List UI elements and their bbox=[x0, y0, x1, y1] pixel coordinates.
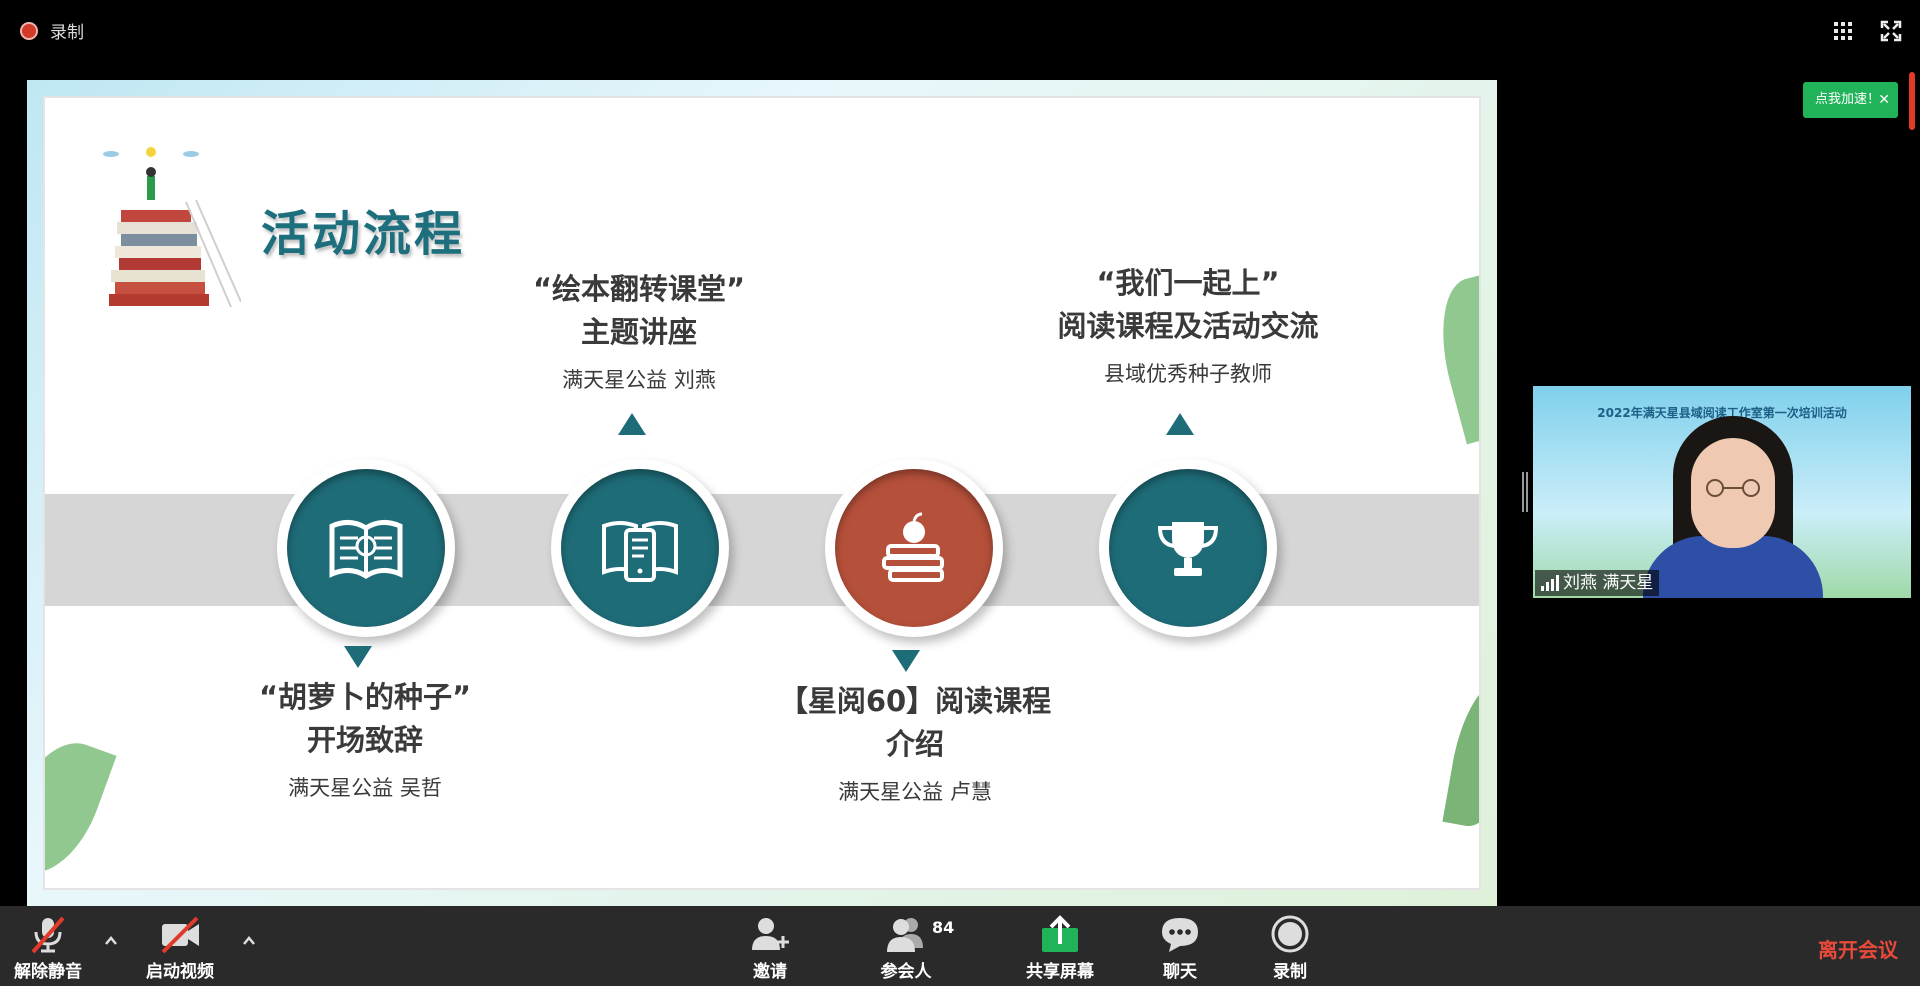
books-apple-icon bbox=[882, 512, 944, 582]
top-bar: 录制 bbox=[0, 0, 1920, 60]
resize-handle[interactable] bbox=[1522, 472, 1528, 512]
participants-icon bbox=[887, 918, 923, 952]
leaf-decoration bbox=[1442, 673, 1479, 833]
trophy-icon bbox=[1157, 522, 1219, 576]
pointer-triangle bbox=[892, 650, 920, 672]
shared-screen: 活动流程 “胡萝卜的种子” 开场致辞 满天星公益 吴哲 “绘本翻转课堂” 主题讲… bbox=[27, 80, 1497, 906]
step-speaker: 满天星公益 卢慧 bbox=[838, 780, 992, 804]
step-speaker: 满天星公益 吴哲 bbox=[288, 776, 442, 800]
step-title: 阅读课程及活动交流 bbox=[1057, 309, 1319, 343]
chat-label[interactable]: 聊天 bbox=[1140, 957, 1220, 982]
add-user-icon bbox=[752, 918, 789, 950]
record-label[interactable]: 录制 bbox=[1250, 957, 1330, 982]
step-2-caption: “绘本翻转课堂” 主题讲座 满天星公益 刘燕 bbox=[489, 268, 789, 400]
muted-mic-icon bbox=[31, 916, 65, 954]
step-2-circle bbox=[551, 459, 729, 637]
pointer-triangle bbox=[1166, 413, 1194, 435]
leave-meeting-button[interactable]: 离开会议 bbox=[1818, 934, 1898, 963]
participant-name-tag: 刘燕 满天星 bbox=[1535, 570, 1660, 596]
step-title: 主题讲座 bbox=[580, 315, 697, 349]
leaf-decoration bbox=[1425, 271, 1479, 445]
unmute-button[interactable]: 解除静音 bbox=[6, 906, 90, 986]
close-icon[interactable]: ✕ bbox=[1878, 82, 1890, 118]
chevron-up-icon[interactable] bbox=[242, 934, 256, 948]
chat-bubble-icon bbox=[1162, 918, 1198, 952]
participants-label[interactable]: 参会人 bbox=[866, 957, 946, 982]
step-title: “绘本翻转课堂” bbox=[532, 272, 746, 306]
slide-content: 活动流程 “胡萝卜的种子” 开场致辞 满天星公益 吴哲 “绘本翻转课堂” 主题讲… bbox=[43, 96, 1481, 890]
glasses-shape bbox=[1706, 479, 1760, 497]
step-speaker: 县域优秀种子教师 bbox=[1104, 362, 1272, 386]
share-screen-button[interactable]: 共享屏幕 bbox=[1018, 906, 1102, 986]
open-book-icon bbox=[329, 520, 403, 579]
chevron-up-icon[interactable] bbox=[104, 934, 118, 948]
gallery-view-icon[interactable] bbox=[1834, 22, 1852, 40]
step-title: “胡萝卜的种子” bbox=[258, 680, 472, 714]
speedup-toast[interactable]: 点我加速！ ✕ bbox=[1803, 82, 1898, 118]
share-screen-label[interactable]: 共享屏幕 bbox=[1018, 957, 1102, 982]
participant-video[interactable]: 2022年满天星县域阅读工作室第一次培训活动 刘燕 满天星 bbox=[1533, 386, 1911, 598]
start-video-button[interactable]: 启动视频 bbox=[138, 906, 222, 986]
book-phone-icon bbox=[602, 521, 678, 582]
leaf-decoration bbox=[45, 728, 117, 888]
participant-name: 刘燕 满天星 bbox=[1563, 573, 1654, 593]
scrollbar[interactable] bbox=[1909, 72, 1915, 130]
toast-label[interactable]: 点我加速！ bbox=[1815, 92, 1880, 107]
step-title: 【星阅60】阅读课程 bbox=[778, 684, 1052, 718]
step-3-circle bbox=[825, 459, 1003, 637]
record-icon bbox=[1271, 915, 1309, 953]
pointer-triangle bbox=[618, 413, 646, 435]
slide-title: 活动流程 bbox=[261, 206, 466, 262]
start-video-label[interactable]: 启动视频 bbox=[138, 957, 222, 982]
signal-strength-icon bbox=[1541, 575, 1559, 591]
share-screen-icon bbox=[1042, 915, 1078, 952]
step-4-circle bbox=[1099, 459, 1277, 637]
recording-label[interactable]: 录制 bbox=[50, 18, 84, 43]
recording-icon[interactable] bbox=[20, 22, 38, 40]
record-button[interactable]: 录制 bbox=[1250, 906, 1330, 986]
participant-count-badge: 84 bbox=[932, 918, 955, 937]
step-title: “我们一起上” bbox=[1096, 266, 1280, 300]
video-off-icon bbox=[161, 916, 199, 954]
step-title: 开场致辞 bbox=[306, 723, 423, 757]
step-4-caption: “我们一起上” 阅读课程及活动交流 县域优秀种子教师 bbox=[1013, 262, 1363, 394]
meeting-window: 录制 活动流程 “胡萝卜的种子” 开场致辞 满天星公益 吴哲 “绘本翻转课堂” … bbox=[0, 0, 1920, 986]
invite-button[interactable]: 邀请 bbox=[730, 906, 810, 986]
pointer-triangle bbox=[344, 646, 372, 668]
step-1-circle bbox=[277, 459, 455, 637]
step-title: 介绍 bbox=[885, 727, 944, 761]
chat-button[interactable]: 聊天 bbox=[1140, 906, 1220, 986]
fullscreen-icon[interactable] bbox=[1880, 20, 1902, 42]
bottom-toolbar: 解除静音 启动视频 邀请 参会人 84 共享屏幕 聊天 录制 离开会议 bbox=[0, 906, 1920, 986]
step-1-caption: “胡萝卜的种子” 开场致辞 满天星公益 吴哲 bbox=[215, 676, 515, 808]
unmute-label[interactable]: 解除静音 bbox=[6, 957, 90, 982]
books-ladder-illustration bbox=[103, 147, 241, 308]
invite-label[interactable]: 邀请 bbox=[730, 957, 810, 982]
step-3-caption: 【星阅60】阅读课程 介绍 满天星公益 卢慧 bbox=[755, 680, 1075, 812]
step-speaker: 满天星公益 刘燕 bbox=[562, 368, 716, 392]
